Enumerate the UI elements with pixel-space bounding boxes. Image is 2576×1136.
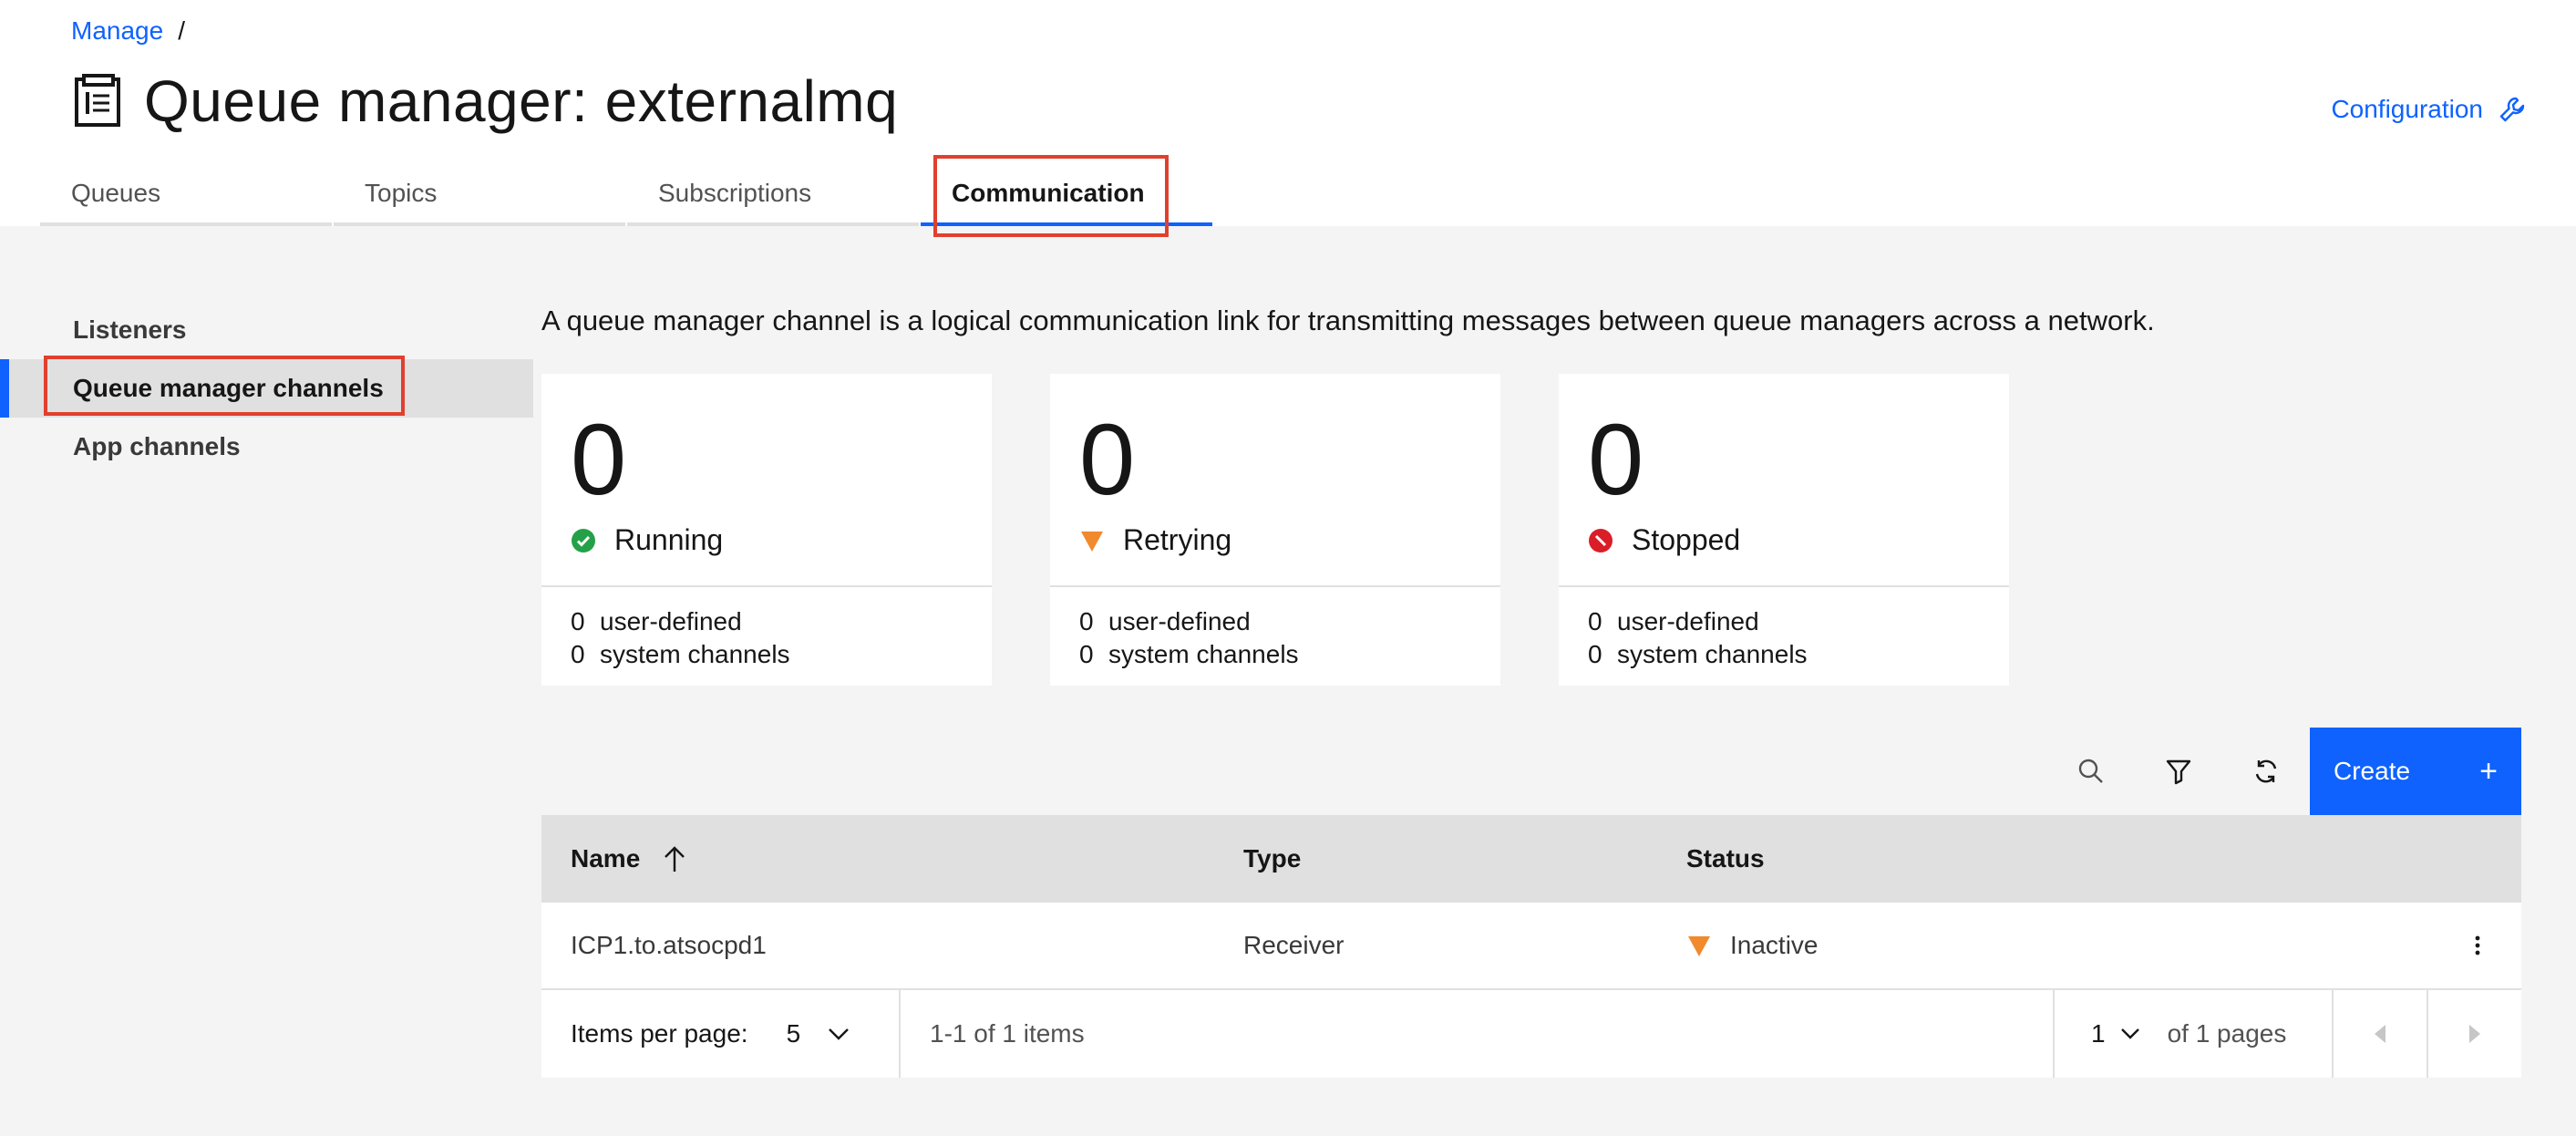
warning-triangle-icon [1686,933,1712,958]
plus-icon: + [2479,753,2498,789]
retrying-count: 0 [1079,404,1136,516]
page-count: of 1 pages [2167,1019,2287,1048]
cell-status: Inactive [1730,931,1819,959]
stopped-circle-icon [1588,528,1613,553]
stopped-card: 0 Stopped 0 user-defined 0 system channels [1559,374,2009,686]
caret-right-icon [2469,1025,2480,1043]
overflow-menu-icon [2475,935,2480,955]
sidebar-item-listeners[interactable]: Listeners [0,301,533,359]
page-header: Manage / Queue manager: externalmq Confi… [0,0,2576,237]
wrench-icon [2499,97,2525,122]
sidebar-item-app-channels[interactable]: App channels [0,418,533,476]
system-channels-count: 0 [1588,640,1602,668]
overflow-menu-button[interactable] [2434,935,2521,956]
retrying-label: Retrying [1123,523,1232,556]
system-channels-label: system channels [1617,640,1808,668]
search-icon [2078,759,2103,783]
items-per-page-select[interactable]: 5 [787,1019,850,1048]
stopped-count: 0 [1588,404,1644,516]
breadcrumb-manage-link[interactable]: Manage [71,16,163,46]
user-defined-count: 0 [1588,607,1602,635]
refresh-button[interactable] [2222,728,2310,815]
status-cards: 0 Running 0 user-defined 0 system channels… [541,374,2067,686]
chevron-down-icon [829,1028,849,1040]
chevron-down-icon [2120,1028,2139,1039]
user-defined-count: 0 [1079,607,1094,635]
page-title: Queue manager: externalmq [144,68,899,134]
channels-table: Name Type Status ICP1.to.atsocpd1 Receiv… [541,815,2521,1078]
tab-highlight-box [933,155,1169,237]
page-select[interactable]: 1 [2091,1019,2140,1048]
table-toolbar: Create + [541,728,2521,815]
breadcrumb-separator: / [178,16,185,45]
header-status: Status [1686,844,1765,873]
checkmark-circle-icon [571,528,596,553]
cell-type: Receiver [1243,931,1345,959]
page-description: A queue manager channel is a logical com… [541,305,2155,336]
items-per-page-value: 5 [786,1019,801,1048]
breadcrumb: Manage / [71,16,185,46]
sort-ascending-icon[interactable] [662,844,687,873]
running-label: Running [614,523,724,556]
previous-page-button[interactable] [2332,990,2427,1078]
table-row[interactable]: ICP1.to.atsocpd1 Receiver Inactive [541,903,2521,990]
system-channels-label: system channels [1108,640,1299,668]
tab-subscriptions[interactable]: Subscriptions [627,164,919,226]
caret-left-icon [2375,1025,2385,1043]
tab-topics[interactable]: Topics [334,164,625,226]
stopped-label: Stopped [1632,523,1741,556]
user-defined-label: user-defined [1617,607,1759,635]
tab-queues[interactable]: Queues [40,164,332,226]
header-name[interactable]: Name [571,844,640,873]
queue-manager-icon [71,74,126,129]
filter-icon [2166,759,2191,785]
running-count: 0 [571,404,627,516]
warning-triangle-icon [1079,528,1105,553]
sidebar-highlight-box [44,356,405,416]
retrying-card: 0 Retrying 0 user-defined 0 system channel… [1050,374,1500,686]
system-channels-label: system channels [600,640,790,668]
running-card: 0 Running 0 user-defined 0 system channels [541,374,992,686]
items-per-page-label: Items per page: [571,1019,748,1048]
next-page-button[interactable] [2427,990,2521,1078]
configuration-link[interactable]: Configuration [2331,95,2527,124]
configuration-label: Configuration [2331,95,2483,123]
item-range: 1-1 of 1 items [930,1019,1085,1048]
header-type: Type [1243,844,1302,873]
user-defined-count: 0 [571,607,585,635]
search-button[interactable] [2047,728,2135,815]
user-defined-label: user-defined [600,607,742,635]
user-defined-label: user-defined [1108,607,1251,635]
filter-button[interactable] [2135,728,2222,815]
system-channels-count: 0 [571,640,585,668]
title-row: Queue manager: externalmq [71,67,898,135]
cell-name: ICP1.to.atsocpd1 [571,931,767,959]
create-button[interactable]: Create + [2310,728,2521,815]
pagination: Items per page: 5 1-1 of 1 items 1 of 1 … [541,990,2521,1078]
refresh-icon [2255,759,2277,783]
table-header: Name Type Status [541,815,2521,903]
system-channels-count: 0 [1079,640,1094,668]
page-value: 1 [2091,1019,2106,1048]
create-label: Create [2334,757,2411,785]
